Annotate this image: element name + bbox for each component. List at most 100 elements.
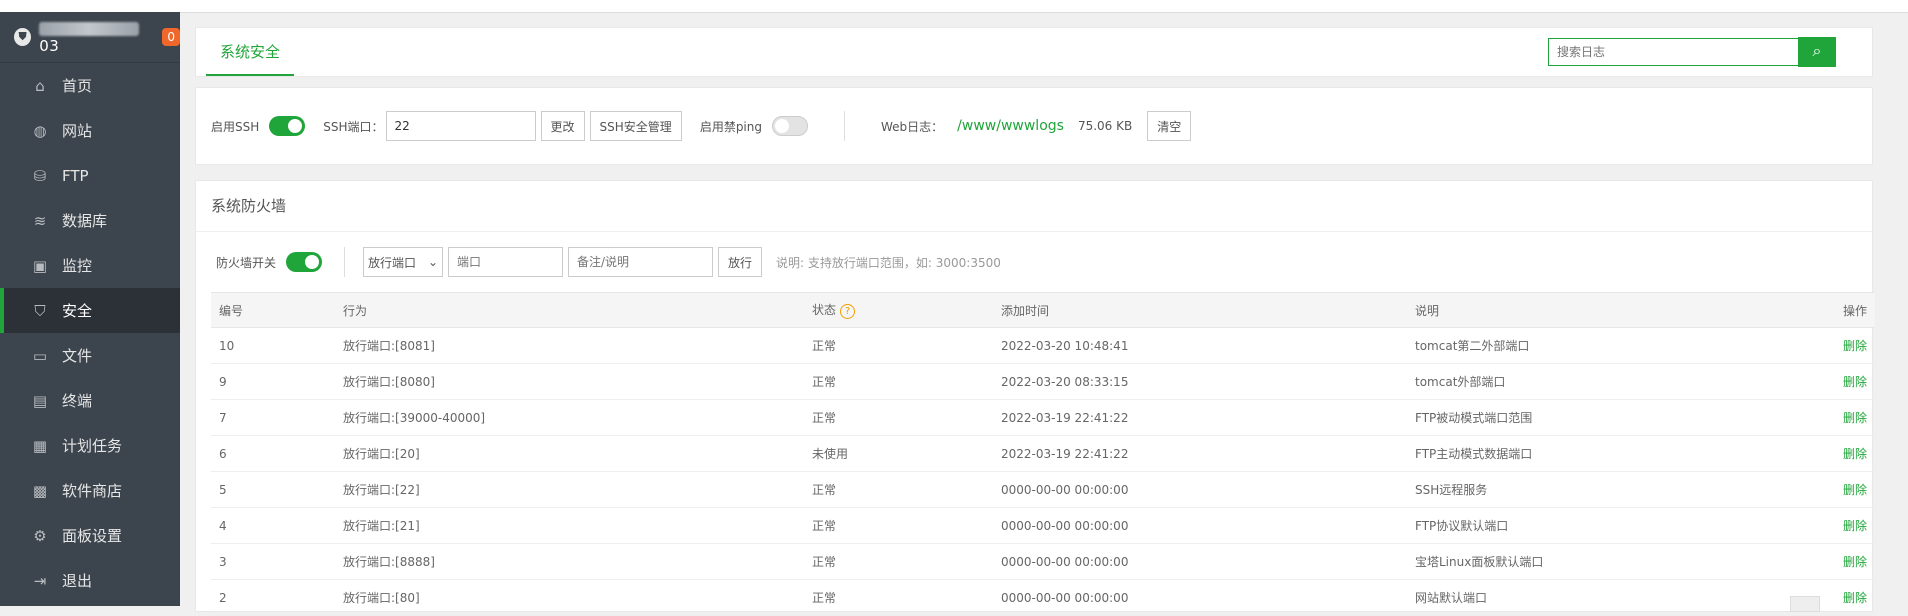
rule-type-select[interactable]: 放行端口 ⌄ (363, 247, 444, 277)
cell-status: 正常 (804, 471, 993, 508)
cell-status: 正常 (804, 399, 993, 436)
sidebar-item-label: 安全 (62, 302, 93, 320)
delete-link[interactable]: 删除 (1779, 363, 1875, 400)
cell-action: 放行端口:[22] (335, 471, 804, 508)
cell-time: 0000-00-00 00:00:00 (993, 579, 1407, 616)
delete-link[interactable]: 删除 (1779, 507, 1875, 544)
sidebar-item-4[interactable]: ▣ 监控 (0, 243, 180, 288)
table-row: 5 放行端口:[22] 正常 0000-00-00 00:00:00 SSH远程服务 删除 (211, 471, 1875, 508)
cell-time: 0000-00-00 00:00:00 (993, 471, 1407, 508)
firewall-panel: 系统防火墙 防火墙开关 放行端口⌄ 放行 说明: 支持放行端口范围，如: 300… (195, 180, 1875, 616)
sidebar-item-3[interactable]: ≋ 数据库 (0, 198, 180, 243)
shield-icon: ⛉ (34, 301, 46, 320)
cell-id: 3 (211, 543, 335, 580)
remark-input[interactable] (568, 247, 714, 277)
cell-desc: 宝塔Linux面板默认端口 (1407, 543, 1779, 580)
firewall-title: 系统防火墙 (196, 181, 1872, 232)
weblog-path-link[interactable]: /www/wwwlogs (957, 118, 1064, 134)
cell-time: 2022-03-20 10:48:41 (993, 327, 1407, 364)
ssh-toggle[interactable] (269, 116, 306, 136)
cell-status: 未使用 (804, 435, 993, 472)
sidebar-item-8[interactable]: ▦ 计划任务 (0, 423, 180, 468)
delete-link[interactable]: 删除 (1779, 471, 1875, 508)
sidebar-item-2[interactable]: ⛁ FTP (0, 153, 180, 198)
sidebar-item-label: 首页 (62, 77, 93, 95)
sidebar-item-9[interactable]: ▩ 软件商店 (0, 468, 180, 513)
sidebar-item-label: 退出 (62, 572, 93, 590)
database-icon: ≋ (33, 211, 47, 230)
change-port-button[interactable]: 更改 (540, 111, 585, 141)
cell-time: 2022-03-20 08:33:15 (993, 363, 1407, 400)
search-log-input[interactable] (1548, 38, 1798, 66)
sidebar: ⛊ 03 0 ⌂ 首页 ◍ 网站 ⛁ FTP ≋ 数据库 ▣ 监控 ⛉ 安全 ▭ 文件 ▤ 终端 ▦ 计划任务 ▩ 软… (0, 12, 180, 606)
table-row: 7 放行端口:[39000-40000] 正常 2022-03-19 22:41:22… (211, 399, 1875, 436)
search-button[interactable]: ⌕ (1798, 37, 1836, 67)
ssh-port-input[interactable] (385, 111, 536, 141)
search-icon: ⌕ (1812, 43, 1822, 60)
sidebar-item-6[interactable]: ▭ 文件 (0, 333, 180, 378)
blurred-hostname (39, 21, 140, 36)
tab-system-security[interactable]: 系统安全 (206, 28, 295, 76)
cell-action: 放行端口:[8080] (335, 363, 804, 400)
sidebar-item-label: 终端 (62, 392, 93, 410)
sidebar-item-label: 文件 (62, 347, 93, 365)
sidebar-item-5[interactable]: ⛉ 安全 (0, 288, 180, 333)
port-input[interactable] (448, 247, 564, 277)
firewall-toggle[interactable] (286, 252, 323, 272)
sidebar-item-1[interactable]: ◍ 网站 (0, 108, 180, 153)
sidebar-item-7[interactable]: ▤ 终端 (0, 378, 180, 423)
table-row: 9 放行端口:[8080] 正常 2022-03-20 08:33:15 tomcat外… (211, 363, 1875, 400)
cell-id: 10 (211, 327, 335, 364)
ssh-enable-label: 启用SSH (211, 119, 260, 134)
cell-action: 放行端口:[8081] (335, 327, 804, 364)
delete-link[interactable]: 删除 (1779, 399, 1875, 436)
sidebar-item-label: 监控 (62, 257, 93, 275)
sidebar-item-10[interactable]: ⚙ 面板设置 (0, 513, 180, 558)
weblog-label: Web日志： (881, 119, 944, 134)
allow-button[interactable]: 放行 (718, 247, 763, 277)
sidebar-item-label: 面板设置 (62, 527, 123, 545)
sidebar-item-label: FTP (62, 166, 89, 185)
main-content: 系统安全 ⌕ 启用SSH SSH端口： 更改 SSH安全管理 启用禁ping W… (195, 27, 1875, 616)
col-op: 操作 (1779, 292, 1875, 328)
cell-status: 正常 (804, 327, 993, 364)
sidebar-item-0[interactable]: ⌂ 首页 (0, 63, 180, 108)
col-time: 添加时间 (993, 292, 1407, 328)
monitor-icon: ▣ (32, 256, 48, 275)
cell-id: 7 (211, 399, 335, 436)
clear-log-button[interactable]: 清空 (1147, 111, 1192, 141)
divider (344, 247, 346, 277)
sidebar-item-label: 网站 (62, 122, 93, 140)
delete-link[interactable]: 删除 (1779, 435, 1875, 472)
ping-toggle[interactable] (772, 116, 808, 136)
delete-link[interactable]: 删除 (1779, 543, 1875, 580)
table-row: 3 放行端口:[8888] 正常 0000-00-00 00:00:00 宝塔Linux… (211, 543, 1875, 580)
cell-action: 放行端口:[80] (335, 579, 804, 616)
terminal-icon: ▤ (32, 391, 48, 410)
ssh-manage-button[interactable]: SSH安全管理 (589, 111, 682, 141)
cell-desc: tomcat外部端口 (1407, 363, 1779, 400)
cell-desc: tomcat第二外部端口 (1407, 327, 1779, 364)
cell-time: 0000-00-00 00:00:00 (993, 543, 1407, 580)
cell-id: 4 (211, 507, 335, 544)
firewall-hint: 说明: 支持放行端口范围，如: 3000:3500 (776, 255, 1001, 270)
cell-action: 放行端口:[20] (335, 435, 804, 472)
server-header[interactable]: ⛊ 03 0 (0, 12, 180, 63)
table-header-row: 编号 行为 状态? 添加时间 说明 操作 (211, 292, 1875, 328)
apps-icon: ▩ (32, 481, 48, 500)
log-search: ⌕ (1548, 37, 1836, 67)
pagination[interactable] (1790, 596, 1820, 612)
delete-link[interactable]: 删除 (1779, 327, 1875, 364)
cell-status: 正常 (804, 363, 993, 400)
help-icon[interactable]: ? (840, 304, 856, 319)
notification-badge[interactable]: 0 (162, 28, 180, 46)
calendar-icon: ▦ (32, 436, 48, 455)
sidebar-item-11[interactable]: ⇥ 退出 (0, 558, 180, 603)
cell-status: 正常 (804, 543, 993, 580)
tab-bar: 系统安全 ⌕ (195, 27, 1873, 77)
server-name: 03 (39, 19, 156, 55)
sidebar-item-label: 软件商店 (62, 482, 123, 500)
table-row: 4 放行端口:[21] 正常 0000-00-00 00:00:00 FTP协议默认端口… (211, 507, 1875, 544)
cell-status: 正常 (804, 579, 993, 616)
gear-icon: ⚙ (33, 526, 47, 545)
